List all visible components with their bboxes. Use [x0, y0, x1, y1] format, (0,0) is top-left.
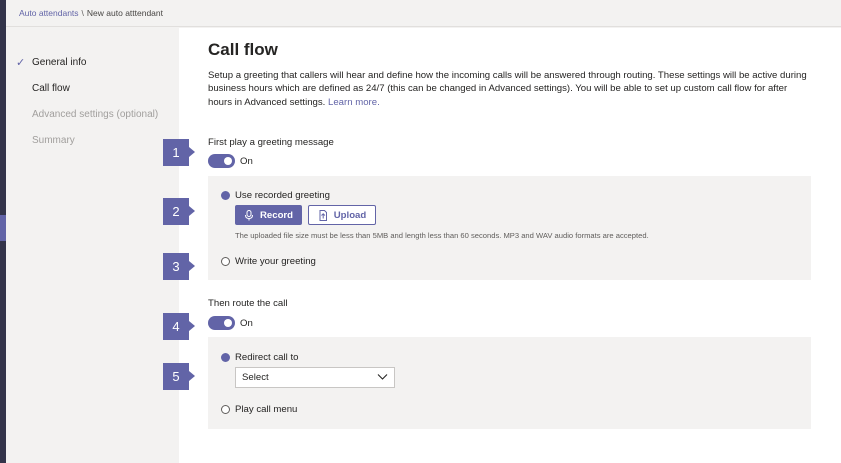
call-flow-content: Call flow Setup a greeting that callers …: [179, 28, 841, 463]
callout-marker-2: 2: [163, 198, 195, 225]
routing-options-panel: Redirect call to Select Play call menu: [208, 337, 811, 429]
route-call-label: Then route the call: [208, 298, 288, 309]
upload-hint-text: The uploaded file size must be less than…: [235, 231, 649, 240]
callout-marker-4: 4: [163, 313, 195, 340]
play-call-menu-radio[interactable]: [221, 405, 230, 414]
chevron-down-icon: [377, 374, 388, 380]
greeting-label: First play a greeting message: [208, 137, 334, 148]
wizard-steps-sidebar: ✓ General info Call flow Advanced settin…: [6, 28, 179, 463]
toggle-knob: [224, 157, 232, 165]
checkmark-icon: ✓: [16, 57, 26, 69]
route-call-toggle-state: On: [240, 318, 253, 329]
page-description: Setup a greeting that callers will hear …: [208, 69, 813, 109]
sidebar-item-call-flow[interactable]: Call flow: [32, 83, 70, 94]
upload-button-label: Upload: [333, 209, 367, 221]
sidebar-item-general-info[interactable]: ✓ General info: [16, 57, 87, 69]
sidebar-item-label: Advanced settings (optional): [32, 109, 159, 120]
sidebar-item-summary[interactable]: Summary: [32, 135, 75, 146]
record-button[interactable]: Record: [235, 205, 302, 225]
redirect-call-radio[interactable]: [221, 353, 230, 362]
toggle-knob: [224, 319, 232, 327]
description-text: Setup a greeting that callers will hear …: [208, 70, 807, 108]
upload-button[interactable]: Upload: [308, 205, 376, 225]
write-greeting-radio[interactable]: [221, 257, 230, 266]
greeting-toggle-state: On: [240, 156, 253, 167]
breadcrumb-separator: \: [81, 8, 84, 18]
recorded-greeting-label: Use recorded greeting: [235, 190, 330, 201]
callout-marker-1: 1: [163, 139, 195, 166]
page-title: Call flow: [208, 40, 278, 59]
play-call-menu-label: Play call menu: [235, 404, 298, 415]
redirect-target-select[interactable]: Select: [235, 367, 395, 388]
route-call-toggle[interactable]: [208, 316, 235, 330]
learn-more-link[interactable]: Learn more.: [328, 97, 380, 108]
write-greeting-label: Write your greeting: [235, 256, 316, 267]
breadcrumb-parent-link[interactable]: Auto attendants: [19, 8, 79, 18]
sidebar-item-label: General info: [32, 57, 87, 68]
greeting-options-panel: Use recorded greeting Record Upload The …: [208, 176, 811, 280]
sidebar-item-label: Call flow: [32, 83, 70, 94]
breadcrumb: Auto attendants \ New auto atttendant: [6, 0, 841, 27]
sidebar-item-advanced-settings[interactable]: Advanced settings (optional): [32, 109, 158, 120]
recorded-greeting-radio[interactable]: [221, 191, 230, 200]
upload-file-icon: [319, 209, 327, 221]
select-value: Select: [242, 372, 269, 383]
redirect-call-label: Redirect call to: [235, 352, 299, 363]
sidebar-item-label: Summary: [32, 135, 75, 146]
microphone-icon: [244, 209, 253, 220]
breadcrumb-current: New auto atttendant: [86, 8, 164, 18]
greeting-toggle[interactable]: [208, 154, 235, 168]
callout-marker-5: 5: [163, 363, 195, 390]
record-button-label: Record: [259, 209, 294, 221]
callout-marker-3: 3: [163, 253, 195, 280]
